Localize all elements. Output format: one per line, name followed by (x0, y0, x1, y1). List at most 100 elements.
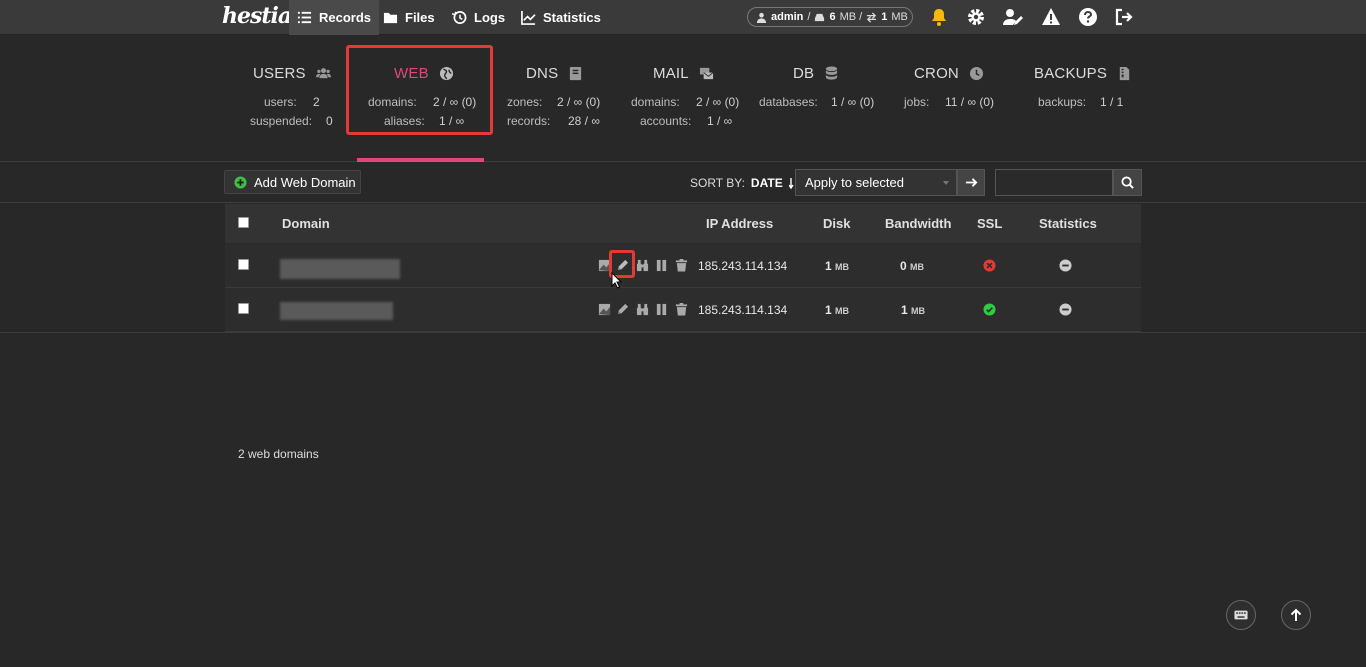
nav-logs-label: Logs (474, 10, 506, 25)
search-button[interactable] (1113, 169, 1142, 196)
stat-dns-records-value: 28 / ∞ (568, 114, 600, 128)
apply-bulk-action-button[interactable] (957, 169, 985, 196)
stats-overview: USERS users: 2 suspended: 0 WEB domains:… (0, 35, 1366, 162)
column-header-bandwidth[interactable]: Bandwidth (885, 216, 951, 231)
table-bottom-divider (0, 332, 1366, 333)
add-web-domain-label: Add Web Domain (254, 174, 356, 190)
stat-cron-jobs-label: jobs: (904, 95, 930, 109)
logout-icon[interactable] (1114, 7, 1134, 27)
pause-icon[interactable] (655, 303, 668, 316)
column-header-ssl: SSL (977, 216, 1003, 231)
history-icon (452, 10, 467, 25)
stat-users-title: USERS (253, 65, 306, 82)
preview-icon[interactable] (598, 303, 611, 316)
stat-mail-domains-label: domains: (631, 95, 680, 109)
stat-dns-title: DNS (526, 65, 559, 82)
scroll-to-top-button[interactable] (1281, 600, 1311, 630)
mail-bulk-icon (699, 66, 714, 81)
stat-mail-accounts-value: 1 / ∞ (707, 114, 733, 128)
user-icon (756, 12, 767, 23)
edit-pencil-icon[interactable] (616, 303, 629, 316)
stat-cron-jobs-value: 11 / ∞ (0) (945, 95, 995, 109)
stat-users-row-value: 2 (313, 95, 320, 109)
hestia-logo[interactable]: hestia (222, 3, 292, 31)
bulk-action-selected-value: Apply to selected (805, 175, 905, 190)
row-checkbox[interactable] (238, 303, 249, 314)
stat-dns-zones-value: 2 / ∞ (0) (557, 95, 601, 109)
database-icon (824, 66, 839, 81)
arrow-right-icon (965, 176, 978, 189)
stat-backups-title: BACKUPS (1034, 65, 1108, 82)
table-row: 185.243.114.134 1 MB 1 MB (225, 288, 1141, 332)
nav-statistics[interactable]: Statistics (513, 0, 609, 35)
top-navigation-bar: hestia Records Files Logs Statistics adm… (0, 0, 1366, 35)
domain-name-redacted[interactable] (280, 259, 400, 279)
trash-icon[interactable] (675, 259, 688, 272)
bandwidth-usage-unit: MB (891, 11, 908, 23)
users-icon (315, 66, 331, 81)
web-highlight-box (346, 45, 493, 135)
ip-address: 185.243.114.134 (698, 259, 788, 273)
table-header: Domain IP Address Disk Bandwidth SSL Sta… (225, 204, 1141, 244)
add-web-domain-button[interactable]: Add Web Domain (224, 170, 361, 194)
warning-icon[interactable] (1041, 7, 1061, 27)
clock-icon (969, 66, 984, 81)
select-all-checkbox[interactable] (238, 217, 249, 228)
stats-disabled-icon (1059, 259, 1072, 272)
file-archive-icon (1117, 66, 1132, 81)
binoculars-icon[interactable] (636, 259, 649, 272)
column-header-disk[interactable]: Disk (823, 216, 850, 231)
column-header-statistics: Statistics (1039, 216, 1097, 231)
row-checkbox[interactable] (238, 259, 249, 270)
bandwidth-usage-value: 1 (881, 11, 888, 23)
pause-icon[interactable] (655, 259, 668, 272)
hdd-icon (814, 12, 825, 23)
help-icon[interactable] (1078, 7, 1098, 27)
plus-circle-icon (234, 175, 247, 189)
chevron-down-icon (943, 181, 949, 185)
stat-backups-label: backups: (1038, 95, 1087, 109)
stats-disabled-icon (1059, 303, 1072, 316)
disk-usage: 1 MB (825, 303, 850, 317)
domain-name-redacted[interactable] (280, 302, 393, 320)
disk-usage-unit: MB / (839, 11, 863, 23)
column-header-ip[interactable]: IP Address (706, 216, 773, 231)
disk-usage: 1 MB (825, 259, 850, 273)
stat-mail-domains-value: 2 / ∞ (0) (696, 95, 740, 109)
stat-mail-title: MAIL (653, 65, 689, 82)
binoculars-icon[interactable] (636, 303, 649, 316)
nav-logs[interactable]: Logs (444, 0, 513, 35)
notifications-bell-icon[interactable] (929, 7, 949, 27)
list-icon (297, 10, 312, 25)
trash-icon[interactable] (675, 303, 688, 316)
stat-cron-title: CRON (914, 65, 959, 82)
search-input[interactable] (995, 169, 1113, 196)
stat-backups-value: 1 / 1 (1100, 95, 1124, 109)
chart-icon (521, 10, 536, 25)
exchange-icon (866, 11, 877, 23)
stat-db-title: DB (793, 65, 815, 82)
keyboard-icon (1234, 608, 1248, 622)
book-icon (568, 66, 583, 81)
stat-mail-accounts-label: accounts: (640, 114, 692, 128)
user-edit-icon[interactable] (1003, 7, 1023, 27)
keyboard-shortcuts-button[interactable] (1226, 600, 1256, 630)
domain-count: 2 web domains (238, 447, 319, 461)
mouse-cursor-icon (611, 272, 623, 290)
gear-icon[interactable] (966, 7, 986, 27)
ssl-enabled-icon (983, 303, 996, 316)
stat-dns-records-label: records: (507, 114, 551, 128)
column-header-domain[interactable]: Domain (282, 216, 330, 231)
stat-db-databases-value: 1 / ∞ (0) (831, 95, 875, 109)
ip-address: 185.243.114.134 (698, 303, 788, 317)
stat-suspended-label: suspended: (250, 114, 313, 128)
stat-suspended-value: 0 (326, 114, 333, 128)
user-usage-pill[interactable]: admin / 6 MB / 1 MB (747, 7, 913, 27)
nav-records[interactable]: Records (289, 0, 380, 35)
bandwidth-usage: 1 MB (901, 303, 926, 317)
bulk-action-select[interactable]: Apply to selected (795, 169, 957, 196)
stat-dns-zones-label: zones: (507, 95, 543, 109)
list-toolbar: Add Web Domain SORT BY: DATE Apply to se… (0, 162, 1366, 203)
nav-files[interactable]: Files (375, 0, 443, 35)
sort-control[interactable]: SORT BY: DATE (690, 176, 801, 190)
